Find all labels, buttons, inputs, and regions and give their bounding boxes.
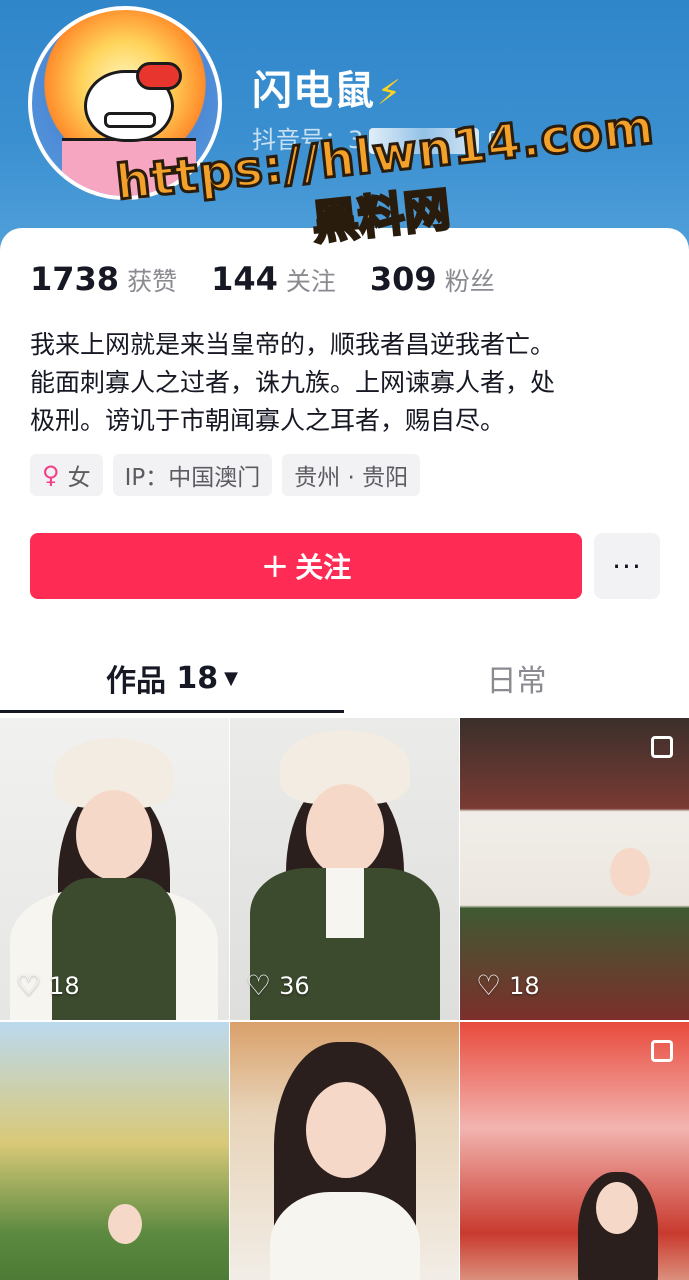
follow-button[interactable]: + 关注: [30, 533, 582, 599]
multi-image-icon: [651, 1040, 673, 1062]
stat-likes-value: 1738: [30, 260, 120, 298]
video-likes: ♡ 36: [246, 969, 310, 1002]
content-tabs: 作品 18 ▼ 日常: [0, 638, 689, 718]
stat-followers[interactable]: 309 粉丝: [370, 260, 495, 298]
video-likes-count: 18: [49, 971, 80, 1000]
follow-button-label: 关注: [295, 551, 352, 584]
tile-face-shape: [596, 1182, 638, 1234]
bio-line: 极刑。谤讥于市朝闻寡人之耳者，赐自尽。: [30, 406, 506, 435]
tags-row: ♀ 女 IP：中国澳门 贵州 · 贵阳: [30, 454, 430, 496]
tile-shirt-shape: [326, 868, 364, 938]
plus-icon: +: [260, 546, 290, 586]
video-tile[interactable]: ♡ 18: [0, 718, 229, 1020]
bio-line: 我来上网就是来当皇帝的，顺我者昌逆我者亡。: [30, 330, 556, 359]
tile-face-shape: [306, 1082, 386, 1178]
heart-icon: ♡: [476, 969, 502, 1002]
more-button[interactable]: ···: [594, 533, 660, 599]
heart-icon: ♡: [16, 969, 42, 1002]
video-likes: ♡ 18: [476, 969, 540, 1002]
tile-face-shape: [76, 790, 152, 880]
multi-image-icon: [651, 736, 673, 758]
stat-followers-label: 粉丝: [444, 267, 495, 296]
female-icon: ♀: [42, 461, 60, 489]
tag-ip: IP：中国澳门: [112, 454, 273, 496]
stat-followers-value: 309: [369, 260, 437, 298]
tile-face-shape: [610, 848, 650, 896]
tag-gender: ♀ 女: [30, 454, 103, 496]
username: 闪电鼠⚡: [252, 58, 402, 116]
caret-down-icon: ▼: [224, 667, 239, 689]
video-likes-count: 18: [509, 971, 540, 1000]
stat-following-label: 关注: [285, 267, 336, 296]
bio-line: 能面刺寡人之过者，诛九族。上网谏寡人者，处: [30, 368, 556, 397]
tab-works-count: 18: [176, 660, 219, 696]
tag-gender-label: 女: [67, 465, 91, 491]
lightning-icon: ⚡: [377, 73, 402, 113]
profile-card: 1738 获赞 144 关注 309 粉丝 我来上网就是来当皇帝的，顺我者昌逆我…: [0, 228, 689, 1280]
tile-face-shape: [306, 784, 384, 876]
stats-row: 1738 获赞 144 关注 309 粉丝: [30, 260, 529, 298]
stat-following[interactable]: 144 关注: [211, 260, 336, 298]
avatar-bow-shape: [136, 62, 182, 90]
avatar-teeth-shape: [104, 112, 156, 128]
heart-icon: ♡: [246, 969, 272, 1002]
video-likes-count: 36: [279, 971, 310, 1000]
video-likes: ♡ 18: [16, 969, 80, 1002]
tag-location: 贵州 · 贵阳: [282, 454, 421, 496]
video-tile[interactable]: [230, 1022, 459, 1280]
video-tile[interactable]: [0, 1022, 229, 1280]
tab-works-label: 作品: [105, 664, 166, 699]
video-tile[interactable]: [460, 1022, 689, 1280]
tile-shirt-shape: [270, 1192, 420, 1280]
username-text: 闪电鼠: [252, 68, 375, 114]
video-tile[interactable]: ♡ 18: [460, 718, 689, 1020]
tile-face-shape: [108, 1204, 142, 1244]
tab-daily[interactable]: 日常: [344, 638, 689, 718]
stat-following-value: 144: [211, 260, 278, 298]
tab-active-indicator: [0, 710, 344, 713]
bio: 我来上网就是来当皇帝的，顺我者昌逆我者亡。 能面刺寡人之过者，诛九族。上网谏寡人…: [30, 326, 660, 440]
video-tile[interactable]: ♡ 36: [230, 718, 459, 1020]
tab-works[interactable]: 作品 18 ▼: [0, 638, 344, 718]
